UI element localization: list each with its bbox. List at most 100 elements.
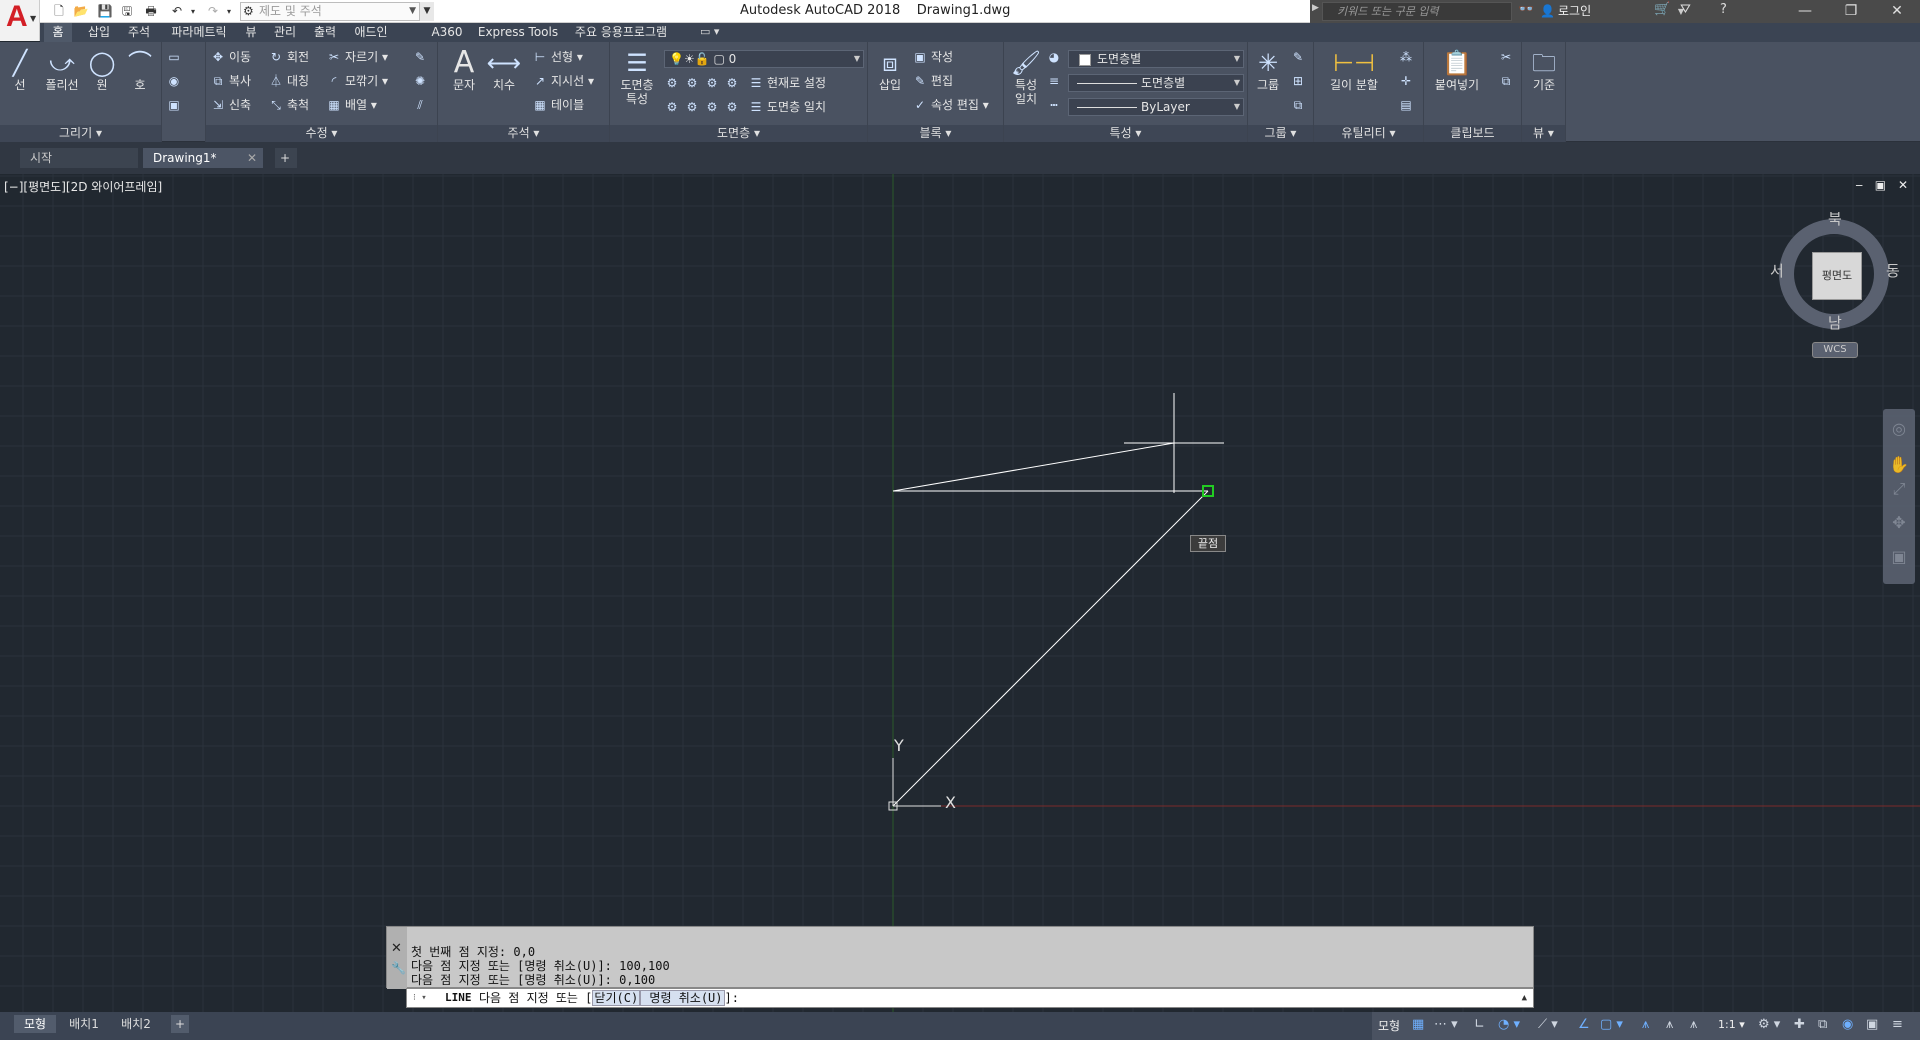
save-as-icon[interactable]: 🖫 — [118, 3, 136, 20]
plus-icon[interactable]: ✚ — [1794, 1017, 1805, 1032]
utilities-panel-footer[interactable]: 유틸리티 ▾ — [1314, 125, 1423, 142]
redo-dropdown-icon[interactable]: ▾ — [220, 3, 238, 20]
compass-west[interactable]: 서 — [1770, 260, 1784, 281]
make-current-button[interactable]: ☰ 현재로 설정 — [748, 74, 826, 92]
match-properties-button[interactable]: 🖌 특성 일치 — [1008, 48, 1044, 106]
polyline-button[interactable]: ⤻ 폴리선 — [42, 48, 82, 92]
help-icon[interactable]: ? — [1720, 2, 1727, 17]
command-input[interactable]: ⁝ ▾ LINE 다음 점 지정 또는 [닫기(C) 명령 취소(U)]: ▲ — [406, 988, 1534, 1008]
option-close[interactable]: 닫기(C) — [592, 990, 641, 1006]
quick-select-icon[interactable]: ⁂ — [1398, 48, 1417, 66]
hatch-icon[interactable]: ◉ — [166, 72, 185, 90]
workspace-selector[interactable]: ⚙ 제도 및 주석 ▼ — [240, 2, 420, 21]
drawing-canvas[interactable]: XY [−][평면도][2D 와이어프레임] ‒ ▣ ✕ 끝점 평면도 북 남 … — [0, 174, 1920, 1012]
recent-commands-icon[interactable]: ⁝ ▾ — [413, 989, 427, 1007]
tab-manage[interactable]: 관리 — [268, 23, 302, 42]
layer-isolate-icon[interactable]: ⚙ — [684, 74, 703, 92]
layer-lock-icon[interactable]: ⚙ — [724, 74, 743, 92]
linear-button[interactable]: ⊢ 선형 ▾ — [532, 48, 583, 66]
maximize-button[interactable]: ❐ — [1828, 0, 1874, 23]
open-file-icon[interactable]: 📂 — [72, 3, 90, 20]
line-button[interactable]: ╱ 선 — [2, 48, 38, 92]
viewport-controls-label[interactable]: [−][평면도][2D 와이어프레임] — [4, 178, 162, 195]
application-menu-button[interactable]: A ▼ — [0, 0, 40, 41]
dimension-button[interactable]: ⟷ 치수 — [486, 48, 522, 92]
create-block-button[interactable]: ▣ 작성 — [912, 48, 953, 66]
close-icon[interactable]: ✕ — [391, 941, 402, 956]
trim-button[interactable]: ✂ 자르기 ▾ — [326, 48, 388, 66]
object-snap-icon[interactable]: ▢ ▾ — [1600, 1017, 1623, 1032]
layer-on-icon[interactable]: ⚙ — [664, 98, 683, 116]
copy-clip-icon[interactable]: ⧉ — [1498, 72, 1517, 90]
undo-dropdown-icon[interactable]: ▾ — [184, 3, 202, 20]
base-view-button[interactable]: 🗀 기준 — [1526, 48, 1562, 92]
layout-tab-layout1[interactable]: 배치1 — [62, 1015, 106, 1033]
hardware-acceleration-icon[interactable]: ◉ — [1842, 1017, 1853, 1032]
polar-icon[interactable]: ◔ ▾ — [1498, 1017, 1520, 1032]
annotation-panel-footer[interactable]: 주석 ▾ — [438, 125, 609, 142]
add-layout-button[interactable]: + — [171, 1015, 189, 1033]
edit-block-button[interactable]: ✎ 편집 — [912, 72, 953, 90]
copy-button[interactable]: ⧉ 복사 — [210, 72, 251, 90]
tab-parametric[interactable]: 파라메트릭 — [164, 23, 234, 42]
move-button[interactable]: ✥ 이동 — [210, 48, 251, 66]
ungroup-icon[interactable]: ✎ — [1290, 48, 1309, 66]
group-select-icon[interactable]: ⧉ — [1290, 96, 1309, 114]
tab-express-tools[interactable]: Express Tools — [476, 23, 560, 42]
tab-featured-apps[interactable]: 주요 응용프로그램 — [566, 23, 676, 42]
tab-insert[interactable]: 삽입 — [82, 23, 116, 42]
layers-panel-footer[interactable]: 도면층 ▾ — [610, 125, 867, 142]
layout-tab-layout2[interactable]: 배치2 — [114, 1015, 158, 1033]
color-dropdown[interactable]: 도면층별 ▼ — [1068, 50, 1244, 68]
save-icon[interactable]: 💾 — [96, 3, 114, 20]
qat-customize-button[interactable]: ▼ — [420, 2, 434, 21]
circle-button[interactable]: ◯ 원 — [84, 48, 120, 92]
gear-icon[interactable]: ⚙ ▾ — [1758, 1017, 1780, 1032]
grid-icon[interactable]: ▦ — [1412, 1017, 1424, 1032]
point-icon[interactable]: ✛ — [1398, 72, 1417, 90]
fillet-button[interactable]: ◜ 모깎기 ▾ — [326, 72, 388, 90]
auto-scale-icon[interactable]: ⩚ — [1666, 1017, 1673, 1032]
group-button[interactable]: ✳ 그룹 — [1250, 48, 1286, 92]
table-button[interactable]: ▦ 테이블 — [532, 96, 584, 114]
boundary-icon[interactable]: ▣ — [166, 96, 185, 114]
layer-dropdown[interactable]: 💡☀🔓 ▢ 0 ▼ — [664, 50, 864, 68]
ribbon-display-toggle-icon[interactable]: ▭ ▾ — [700, 25, 719, 38]
close-icon[interactable]: ✕ — [247, 148, 257, 168]
mirror-button[interactable]: ⏃ 대칭 — [268, 72, 309, 90]
annotation-scale-value[interactable]: 1:1 ▾ — [1718, 1018, 1745, 1031]
layer-freeze-icon[interactable]: ⚙ — [704, 74, 723, 92]
ucs-menu-button[interactable]: WCS — [1812, 342, 1858, 358]
groups-panel-footer[interactable]: 그룹 ▾ — [1248, 125, 1313, 142]
rectangle-icon[interactable]: ▭ — [166, 48, 185, 66]
file-tab-start[interactable]: 시작 — [20, 148, 138, 168]
modify-panel-footer[interactable]: 수정 ▾ — [206, 125, 437, 142]
orbit-icon[interactable]: ✥ — [1889, 513, 1909, 533]
color-wheel-icon[interactable]: ◕ — [1046, 48, 1065, 66]
new-file-icon[interactable]: 🗋 — [50, 3, 68, 20]
paste-button[interactable]: 📋 붙여넣기 — [1430, 48, 1484, 92]
customization-icon[interactable]: ≡ — [1892, 1017, 1903, 1032]
annotation-visibility-icon[interactable]: ⩚ — [1642, 1017, 1649, 1032]
option-undo[interactable]: 명령 취소(U) — [640, 990, 725, 1006]
compass-north[interactable]: 북 — [1828, 208, 1842, 229]
close-button[interactable]: ✕ — [1874, 0, 1920, 23]
erase-icon[interactable]: ✎ — [412, 48, 431, 66]
file-tab-drawing1[interactable]: Drawing1* ✕ — [143, 148, 263, 168]
layout-tab-model[interactable]: 모형 — [14, 1015, 56, 1033]
arc-button[interactable]: ⌒ 호 — [122, 48, 158, 92]
snap-icon[interactable]: ⋯ ▾ — [1434, 1017, 1458, 1032]
compass-east[interactable]: 동 — [1886, 260, 1900, 281]
expand-arrow-icon[interactable]: ▶ — [1312, 3, 1319, 13]
cut-icon[interactable]: ✂ — [1498, 48, 1517, 66]
lineweight-icon[interactable]: ≡ — [1046, 72, 1065, 90]
tab-addins[interactable]: 애드인 — [348, 23, 394, 42]
tab-annotate[interactable]: 주석 — [122, 23, 156, 42]
viewcube[interactable]: 평면도 북 남 동 서 WCS — [1770, 210, 1902, 358]
ortho-icon[interactable]: ∟ — [1474, 1017, 1485, 1032]
leader-button[interactable]: ↗ 지시선 ▾ — [532, 72, 594, 90]
annotation-scale-icon[interactable]: ⩚ — [1690, 1017, 1697, 1032]
command-line-grip[interactable]: ✕ 🔧 — [387, 927, 407, 989]
view-panel-footer[interactable]: 뷰 ▾ — [1522, 125, 1565, 142]
viewport-window-controls[interactable]: ‒ ▣ ✕ — [1855, 178, 1912, 192]
